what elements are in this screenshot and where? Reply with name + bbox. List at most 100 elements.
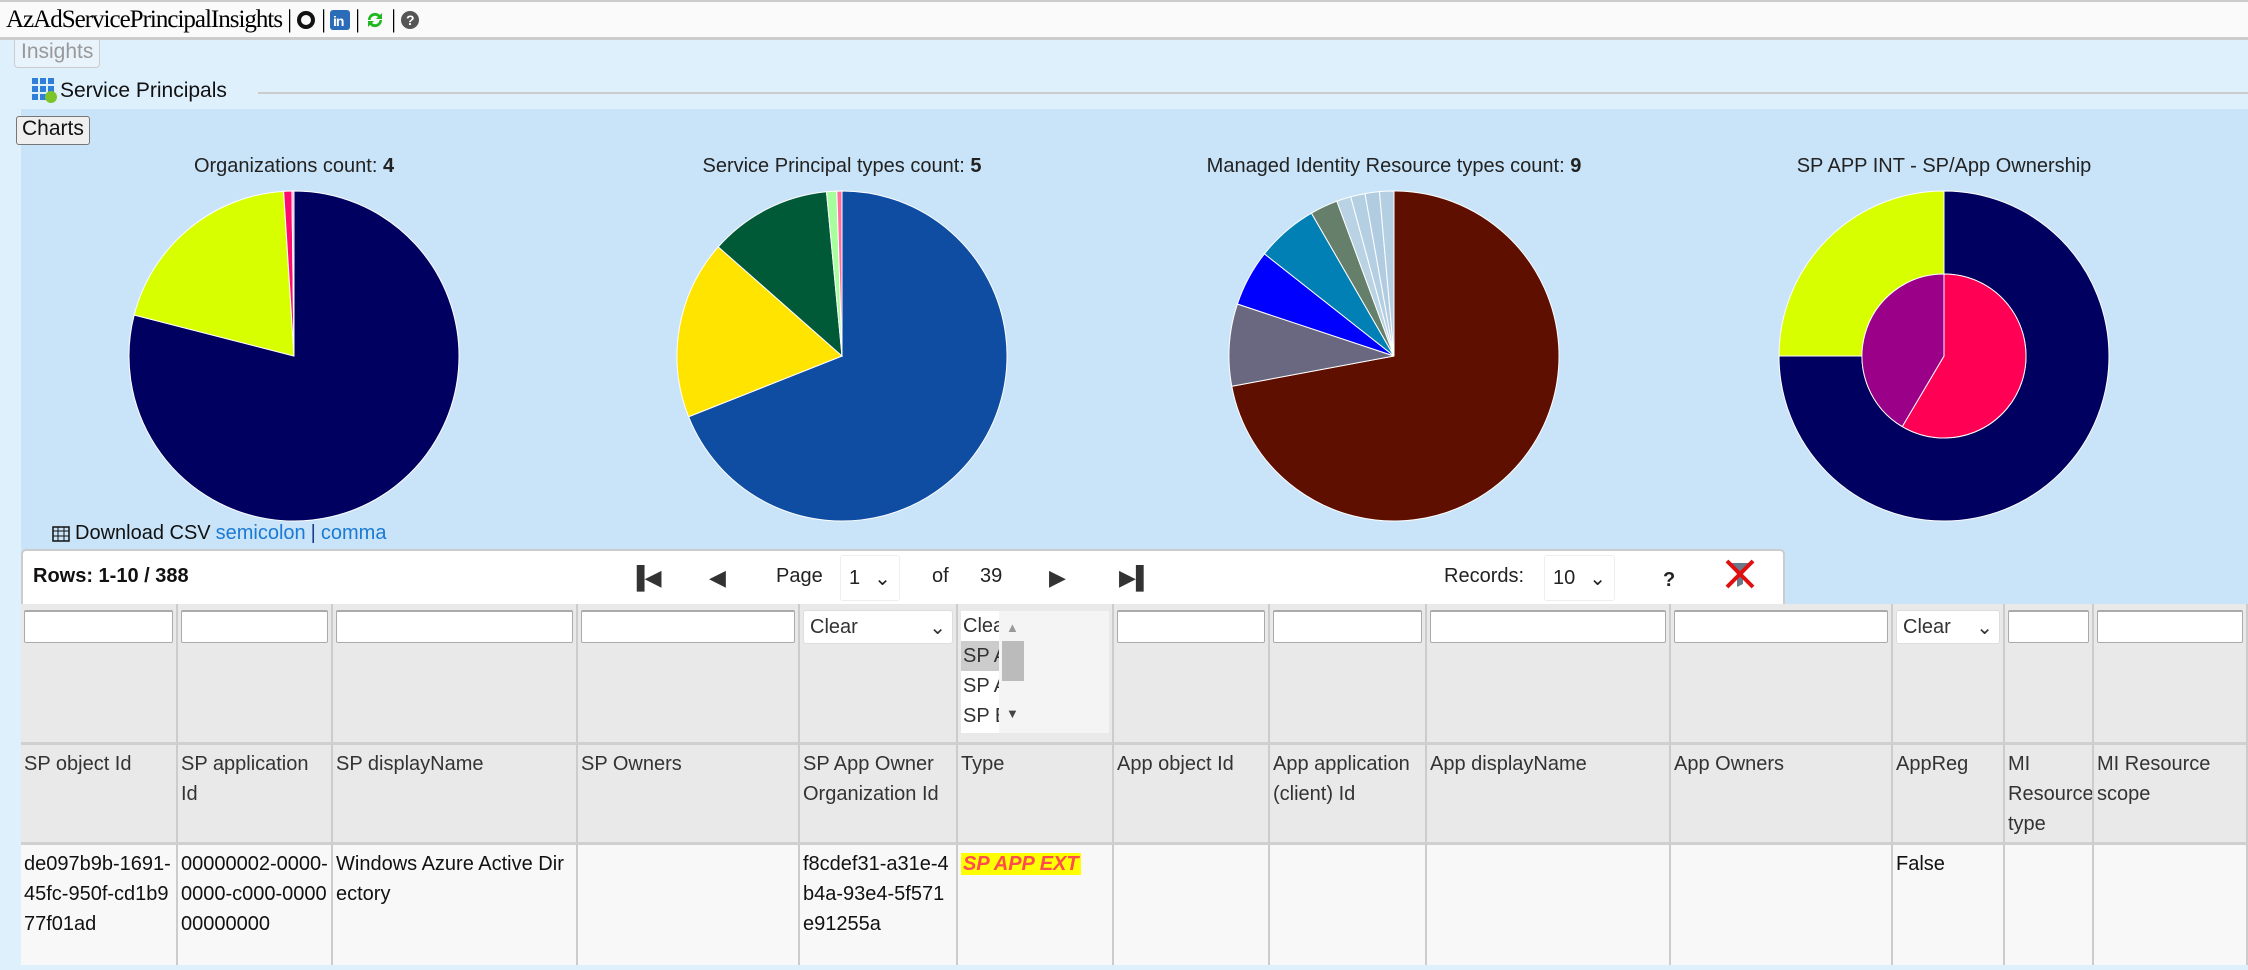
column-header[interactable]: App displayName — [1427, 742, 1671, 842]
filter-cell — [1427, 604, 1671, 742]
records-select[interactable]: 10 ⌄ — [1544, 555, 1616, 601]
page-select[interactable]: 1 ⌄ — [840, 555, 900, 601]
filter-input[interactable] — [1674, 610, 1888, 643]
last-page-icon[interactable]: ▶▌ — [1119, 565, 1152, 591]
organizations-chart: Organizations count: 4 — [34, 155, 554, 526]
column-header[interactable]: Type — [958, 742, 1114, 842]
next-page-icon[interactable]: ▶ — [1049, 565, 1066, 591]
filter-input[interactable] — [336, 610, 573, 643]
scrollbar[interactable]: ▲ ▼ — [999, 611, 1109, 733]
table-cell: de097b9b-1691-45fc-950f-cd1b977f01ad — [21, 842, 178, 965]
column-header[interactable]: App object Id — [1114, 742, 1270, 842]
chart-title: Service Principal types count: 5 — [702, 155, 982, 177]
column-header[interactable]: SP displayName — [333, 742, 578, 842]
filter-cell: ClearSP APP EXTSP APP INTSP EXT▲▼ — [958, 604, 1114, 742]
help-icon[interactable]: ? — [400, 10, 420, 30]
download-csv-label: Download CSV — [75, 522, 211, 544]
table-cell — [578, 842, 800, 965]
first-page-icon[interactable]: ▐◀ — [629, 565, 662, 591]
table-cell — [1114, 842, 1270, 965]
pager: Rows: 1-10 / 388 ▐◀ ◀ Page 1 ⌄ of 39 ▶ ▶▌… — [21, 549, 1785, 604]
type-filter-list[interactable]: ClearSP APP EXTSP APP INTSP EXT▲▼ — [961, 611, 1109, 733]
chart-title: Managed Identity Resource types count: 9 — [1206, 155, 1582, 177]
filter-cell: Clear ⌄ — [800, 604, 958, 742]
filter-input[interactable] — [2097, 610, 2243, 643]
of-label: of — [932, 565, 949, 587]
table-row: de097b9b-1691-45fc-950f-cd1b977f01ad 0000… — [21, 842, 2248, 965]
filter-cell — [178, 604, 333, 742]
ownership-donut — [1778, 190, 2110, 522]
download-csv: Download CSV semicolon | comma — [52, 522, 386, 545]
table-icon — [52, 525, 70, 542]
column-header[interactable]: App Owners — [1671, 742, 1893, 842]
linkedin-icon[interactable]: in — [330, 9, 351, 30]
table-cell — [1427, 842, 1671, 965]
filter-cell — [2005, 604, 2094, 742]
table-cell — [1671, 842, 1893, 965]
column-header[interactable]: MI Resource scope — [2094, 742, 2248, 842]
column-header[interactable]: SP application Id — [178, 742, 333, 842]
charts-toggle-button[interactable]: Charts — [16, 116, 90, 145]
service-principal-icon — [32, 78, 58, 104]
service-principals-table: Clear⌄ClearSP APP EXTSP APP INTSP EXT▲▼C… — [21, 604, 2248, 965]
github-icon[interactable] — [296, 10, 316, 30]
filter-cell — [333, 604, 578, 742]
download-semicolon-link[interactable]: semicolon — [216, 522, 306, 545]
tab-insights[interactable]: Insights — [14, 40, 101, 68]
mi-resource-types-chart: Managed Identity Resource types count: 9 — [1134, 155, 1654, 526]
filter-input[interactable] — [1117, 610, 1265, 643]
appreg-filter-select[interactable]: Clear ⌄ — [1896, 610, 2000, 644]
table-cell: SP APP EXT — [958, 842, 1114, 965]
mi-resource-types-pie — [1228, 190, 1560, 522]
filter-input[interactable] — [2008, 610, 2089, 643]
table-cell — [1270, 842, 1427, 965]
column-header[interactable]: App application (client) Id — [1270, 742, 1427, 842]
filter-cell — [21, 604, 178, 742]
app-title: AzAdServicePrincipalInsights — [6, 5, 283, 33]
separator: | — [310, 522, 316, 544]
section-divider — [258, 92, 2248, 94]
org-filter-select[interactable]: Clear ⌄ — [803, 610, 953, 644]
help-button[interactable]: ? — [1663, 569, 1675, 592]
refresh-icon[interactable] — [364, 9, 386, 31]
sp-types-chart: Service Principal types count: 5 — [582, 155, 1102, 526]
table-cell: Windows Azure Active Directory — [333, 842, 578, 965]
ownership-chart: SP APP INT - SP/App Ownership — [1684, 155, 2204, 526]
filter-input[interactable] — [181, 610, 328, 643]
column-header[interactable]: SP Owners — [578, 742, 800, 842]
table-cell — [2005, 842, 2094, 965]
svg-text:in: in — [333, 13, 344, 29]
app-header: AzAdServicePrincipalInsights | | in | | … — [0, 0, 2248, 40]
svg-text:?: ? — [406, 12, 414, 28]
filter-cell — [1270, 604, 1427, 742]
header-row: SP object Id SP application Id SP displayN… — [21, 742, 2248, 842]
filter-cell — [1671, 604, 1893, 742]
table-cell — [2094, 842, 2248, 965]
chart-title: Organizations count: 4 — [193, 155, 395, 177]
filter-cell: Clear ⌄ — [1893, 604, 2005, 742]
section-header: Service Principals — [32, 78, 227, 104]
column-header[interactable]: SP object Id — [21, 742, 178, 842]
records-label: Records: — [1444, 565, 1525, 587]
filter-cell — [1114, 604, 1270, 742]
prev-page-icon[interactable]: ◀ — [709, 565, 726, 591]
clear-filters-icon[interactable] — [1723, 557, 1757, 597]
filter-cell — [578, 604, 800, 742]
total-pages: 39 — [980, 565, 1003, 587]
filter-cell — [2094, 604, 2248, 742]
table-cell: f8cdef31-a31e-4b4a-93e4-5f571e91255a — [800, 842, 958, 965]
filter-input[interactable] — [1273, 610, 1422, 643]
download-comma-link[interactable]: comma — [321, 522, 387, 545]
filter-input[interactable] — [1430, 610, 1666, 643]
filter-input[interactable] — [581, 610, 795, 643]
page-label: Page — [776, 565, 823, 587]
table-cell: False — [1893, 842, 2005, 965]
section-title: Service Principals — [60, 79, 227, 102]
column-header[interactable]: SP App Owner Organization Id — [800, 742, 958, 842]
filter-input[interactable] — [24, 610, 173, 643]
column-header[interactable]: MI Resource type — [2005, 742, 2094, 842]
column-header[interactable]: AppReg — [1893, 742, 2005, 842]
filter-row: Clear⌄ClearSP APP EXTSP APP INTSP EXT▲▼C… — [21, 604, 2248, 742]
type-badge: SP APP EXT — [961, 853, 1081, 875]
table-cell: 00000002-0000-0000-c000-000000000000 — [178, 842, 333, 965]
